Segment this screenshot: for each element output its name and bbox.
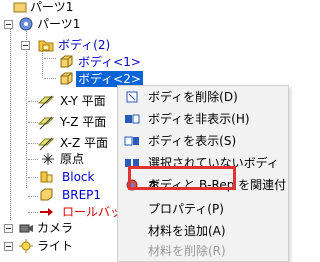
plane-icon: [37, 93, 55, 109]
plane-icon: [37, 114, 55, 130]
tree-label: カメラ: [37, 221, 74, 235]
tree-label: ライト: [37, 239, 74, 253]
brep-icon: [38, 187, 54, 203]
tree-label: 原点: [60, 152, 85, 166]
hide-body-icon: [124, 111, 140, 127]
body-cube-icon: [58, 71, 74, 87]
expand-toggle[interactable]: [4, 242, 13, 251]
collapse-toggle[interactable]: [21, 41, 30, 50]
camera-icon: [18, 220, 34, 236]
menu-item-hide-body[interactable]: ボディを非表示(H): [118, 108, 288, 130]
plane-icon: [37, 135, 55, 151]
gear-part-icon: [18, 16, 34, 32]
menu-item-label: プロパティ(P): [148, 202, 224, 216]
part-folder-icon: [12, 0, 28, 15]
menu-item-label: 材料を削除(R): [148, 244, 226, 258]
block-icon: [38, 169, 54, 185]
expand-toggle[interactable]: [4, 224, 13, 233]
tree-label: パーツ1: [37, 17, 81, 31]
tree-label: Y-Z 平面: [60, 115, 107, 129]
origin-icon: [40, 151, 56, 167]
menu-item-properties[interactable]: プロパティ(P): [118, 198, 288, 220]
menu-item-label: ボディを削除(D): [148, 90, 238, 104]
menu-item-label: ボディを表示(S): [148, 134, 237, 148]
collapse-toggle[interactable]: [4, 20, 13, 29]
show-body-icon: [124, 133, 140, 149]
menu-item-remove-material: 材料を削除(R): [118, 240, 288, 262]
menu-item-label: 材料を追加(A): [148, 224, 226, 238]
menu-item-label: ボディを非表示(H): [148, 112, 250, 126]
body-cube-icon: [58, 54, 74, 70]
menu-item-delete-body[interactable]: ボディを削除(D): [118, 86, 288, 108]
menu-item-show-body[interactable]: ボディを表示(S): [118, 130, 288, 152]
tree-label: Block: [62, 170, 95, 184]
light-icon: [18, 238, 34, 254]
highlight-box: [128, 166, 236, 190]
tree-label: X-Y 平面: [60, 94, 106, 108]
menu-item-add-material[interactable]: 材料を追加(A): [118, 220, 288, 242]
tree-label: ボディ<1>: [78, 55, 141, 69]
delete-body-icon: [124, 89, 140, 105]
body-folder-icon: [38, 37, 54, 53]
